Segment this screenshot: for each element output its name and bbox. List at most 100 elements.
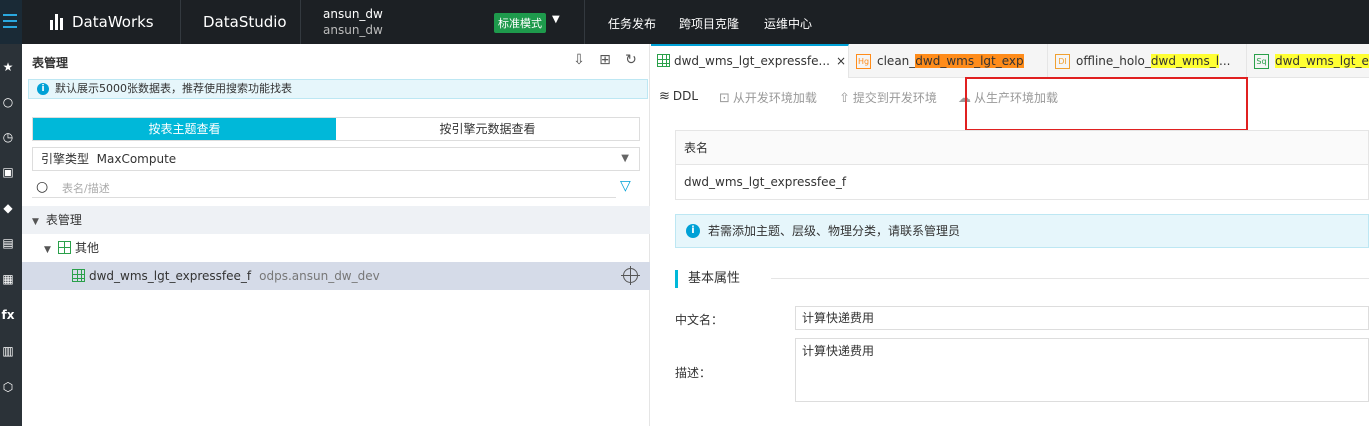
brand-name: DataWorks [72,13,154,31]
brand-logo[interactable]: DataWorks [50,12,154,32]
tab-label: dwd_wms_lgt_expressfe... [674,54,830,68]
annotation-highlight-box [965,77,1248,131]
tree-table-item[interactable]: dwd_wms_lgt_expressfee_f odps.ansun_dw_de… [22,262,650,290]
building-icon[interactable]: ▥ [1,344,15,358]
divider [300,0,301,44]
hologres-icon: Hg [856,54,871,69]
chevron-down-icon: ▼ [621,153,629,164]
archive-icon[interactable]: ▣ [1,165,15,179]
table-search-input[interactable]: ○ 表名/描述 [32,176,616,198]
tab-by-topic[interactable]: 按表主题查看 [33,118,336,140]
engine-label: 引擎类型 [41,152,90,166]
import-icon[interactable]: ⇩ [571,52,587,68]
table-icon [72,269,85,282]
admin-tip-banner: i 若需添加主题、层级、物理分类，请联系管理员 [675,214,1369,248]
editor-tabs: dwd_wms_lgt_expressfe... × Hg clean_dwd_wm… [651,44,1369,78]
nav-ops-center[interactable]: 运维中心 [764,15,812,32]
data-integration-icon: DI [1055,54,1070,69]
panel-toolbar: ⇩ ⊞ ↻ [571,52,639,68]
layers-icon: ≋ [659,89,670,104]
refresh-icon[interactable]: ↻ [623,52,639,68]
chevron-down-icon: ▼ [44,245,51,255]
engine-select[interactable]: 引擎类型 MaxCompute ▼ [32,147,640,171]
tip-text: 若需添加主题、层级、物理分类，请联系管理员 [708,224,961,238]
divider [180,0,181,44]
table-management-panel: 表管理 ⇩ ⊞ ↻ i 默认展示5000张数据表，推荐使用搜索功能找表 按表主题… [22,44,650,426]
cn-name-label: 中文名： [675,313,724,327]
tree-category[interactable]: ▼ 其他 [22,234,650,262]
shield-icon[interactable]: ⬡ [1,380,15,394]
divider [584,0,585,44]
submit-to-dev-button[interactable]: ⇧ 提交到开发环境 [839,89,937,106]
chevron-down-icon: ▼ [32,217,39,227]
new-table-icon[interactable]: ⊞ [597,52,613,68]
section-divider [771,278,1369,279]
search-icon: ○ [36,179,49,195]
left-rail: ★ ○ ◷ ▣ ◆ ▤ ▦ fx ▥ ⬡ [0,44,22,426]
panel-title: 表管理 [32,56,69,70]
view-switch: 按表主题查看 按引擎元数据查看 [32,117,640,141]
category-icon [58,241,71,254]
chevron-down-icon[interactable]: ▼ [552,14,560,25]
tab-by-engine[interactable]: 按引擎元数据查看 [336,118,639,140]
top-bar: DataWorks DataStudio ansun_dw ansun_dw 标… [0,0,1369,44]
upload-icon: ⇧ [839,91,850,106]
search-placeholder: 表名/描述 [62,182,110,195]
function-icon[interactable]: fx [1,308,15,322]
filter-icon[interactable]: ▽ [620,178,631,194]
close-icon[interactable]: × [836,54,846,68]
project-selector[interactable]: ansun_dw ansun_dw [323,6,383,38]
info-icon: i [37,83,49,95]
ddl-label: DDL [672,89,699,103]
list-icon[interactable]: ▤ [1,236,15,250]
project-name: ansun_dw [323,7,383,21]
notice-text: 默认展示5000张数据表，推荐使用搜索功能找表 [55,82,292,95]
clock-icon[interactable]: ◷ [1,130,15,144]
nav-release[interactable]: 任务发布 [608,15,656,32]
table-icon [657,54,670,67]
load-dev-label: 从开发环境加载 [732,91,817,105]
tab-label-highlight: dwd_wms_lgt_ex [1275,54,1369,68]
tree-category-label: 其他 [75,241,100,255]
tree-root[interactable]: ▼ 表管理 [22,206,650,234]
tab-label: offline_holo_ [1076,54,1151,68]
sql-icon: Sq [1254,54,1269,69]
table-name-label: 表名 [676,131,1368,165]
nav-clone[interactable]: 跨项目克隆 [679,15,739,32]
star-icon[interactable]: ★ [1,60,15,74]
info-icon: i [686,224,700,238]
tree-root-label: 表管理 [45,213,82,227]
tree-table-name: dwd_wms_lgt_expressfee_f [89,269,252,283]
dataworks-logo-icon [50,14,66,30]
tab-label-suffix: ... [1219,54,1231,68]
tab-label-highlight: dwd_wms_l [1150,54,1220,68]
menu-icon[interactable] [0,0,22,44]
tab-label: clean_ [877,54,916,68]
tab-label-highlight: dwd_wms_lgt_exp [915,54,1024,68]
desc-label: 描述： [675,366,712,380]
load-from-dev-button[interactable]: ⊡ 从开发环境加载 [719,89,817,106]
table-name-value: dwd_wms_lgt_expressfee_f [684,175,847,189]
section-title: 基本属性 [675,270,1369,288]
table-name-card: 表名 dwd_wms_lgt_expressfee_f [675,130,1369,200]
module-name[interactable]: DataStudio [203,13,287,31]
desc-textarea[interactable]: 计算快递费用 [795,338,1369,402]
table-icon[interactable]: ▦ [1,272,15,286]
cube-icon[interactable]: ◆ [1,201,15,215]
search-icon[interactable]: ○ [1,95,15,109]
engine-value: MaxCompute [96,152,177,166]
submit-dev-label: 提交到开发环境 [852,91,937,105]
cn-name-input[interactable]: 计算快递费用 [795,306,1369,330]
editor-area: dwd_wms_lgt_expressfe... × Hg clean_dwd_wm… [651,44,1369,426]
tab-table-editor[interactable]: dwd_wms_lgt_expressfe... × [651,44,849,78]
tab-sql-node[interactable]: Sq dwd_wms_lgt_ex [1248,44,1369,78]
project-sub: ansun_dw [323,23,383,37]
load-icon: ⊡ [719,91,730,106]
ddl-button[interactable]: ≋ DDL [659,89,698,104]
tab-hologres-node[interactable]: Hg clean_dwd_wms_lgt_exp [850,44,1048,78]
tree-table-schema: odps.ansun_dw_dev [259,269,380,283]
locate-icon[interactable] [621,266,640,285]
mode-badge[interactable]: 标准模式 [494,13,546,33]
tab-di-node[interactable]: DI offline_holo_dwd_wms_l... [1049,44,1247,78]
notice-banner: i 默认展示5000张数据表，推荐使用搜索功能找表 [28,79,648,99]
